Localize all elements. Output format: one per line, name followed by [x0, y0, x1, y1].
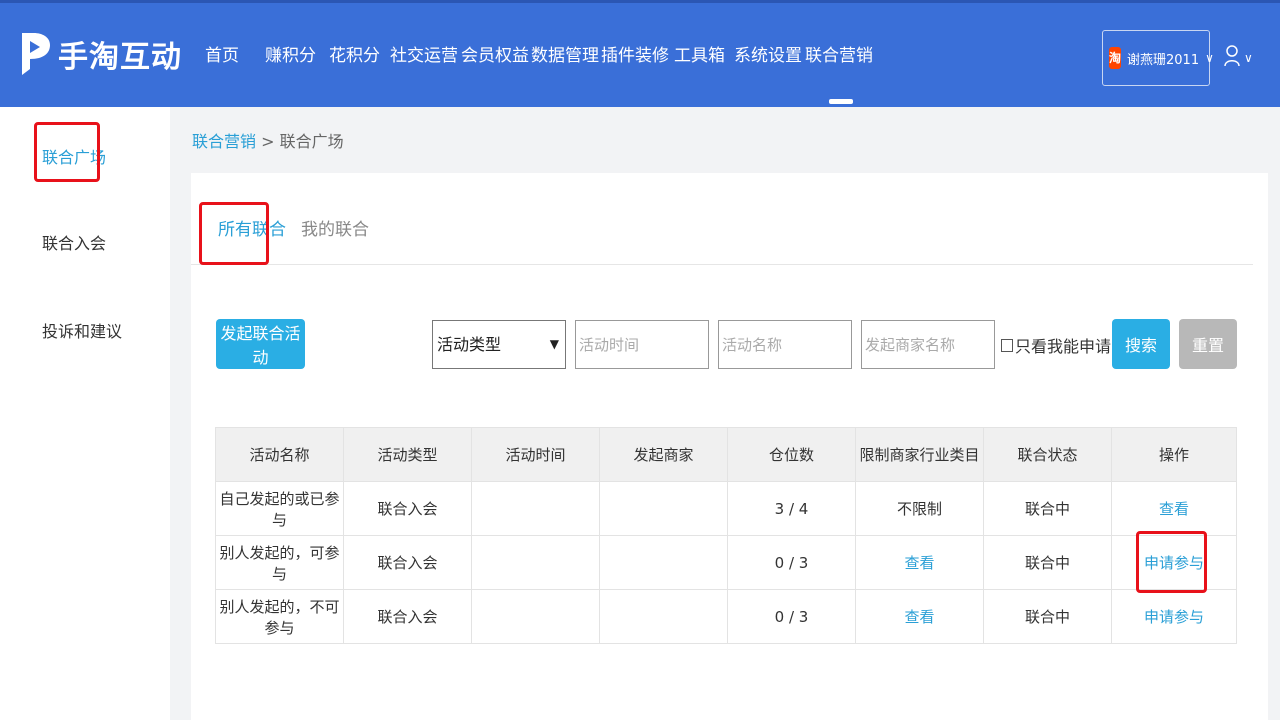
merchant-name-input[interactable] — [861, 320, 995, 369]
shop-selector[interactable]: 淘 谢燕珊2011 ∨ — [1102, 30, 1214, 86]
breadcrumb-separator: > — [256, 132, 280, 151]
activity-type-select[interactable]: 活动类型 ▼ — [432, 320, 566, 369]
apply-join-link[interactable]: 申请参与 — [1111, 589, 1237, 644]
shop-name: 谢燕珊2011 — [1127, 52, 1200, 68]
user-menu[interactable]: ∨ — [1224, 45, 1253, 71]
col-activity-type: 活动类型 — [343, 427, 472, 482]
activity-name-input[interactable] — [718, 320, 852, 369]
main-nav: 首页 赚积分 花积分 社交运营 会员权益 数据管理 插件装修 工具箱 系统设置 … — [205, 3, 877, 110]
col-activity-name: 活动名称 — [215, 427, 344, 482]
cell-time — [471, 481, 600, 536]
logo[interactable]: 手淘互动 — [18, 29, 182, 79]
nav-home[interactable]: 首页 — [205, 3, 265, 110]
breadcrumb: 联合营销 > 联合广场 — [192, 128, 344, 152]
cell-slots: 3 / 4 — [727, 481, 856, 536]
table-header-row: 活动名称 活动类型 活动时间 发起商家 仓位数 限制商家行业类目 联合状态 操作 — [215, 427, 1237, 482]
cell-restrict: 不限制 — [855, 481, 984, 536]
view-link[interactable]: 查看 — [1111, 481, 1237, 536]
cell-status: 联合中 — [983, 481, 1112, 536]
launch-joint-button[interactable]: 发起联合活动 — [216, 319, 305, 369]
chevron-down-icon: ∨ — [1205, 51, 1214, 65]
cell-merchant — [599, 589, 728, 644]
chevron-down-icon: ▼ — [549, 337, 559, 351]
nav-toolbox[interactable]: 工具箱 — [674, 3, 734, 110]
activity-type-value: 活动类型 — [437, 335, 502, 354]
nav-social[interactable]: 社交运营 — [390, 3, 461, 110]
col-industry-restrict: 限制商家行业类目 — [855, 427, 984, 482]
cell-slots: 0 / 3 — [727, 535, 856, 590]
table-row: 别人发起的，不可参与 联合入会 0 / 3 查看 联合中 申请参与 — [215, 589, 1237, 644]
cell-status: 联合中 — [983, 535, 1112, 590]
cell-name: 自己发起的或已参与 — [215, 481, 344, 536]
cell-type: 联合入会 — [343, 589, 472, 644]
col-slots: 仓位数 — [727, 427, 856, 482]
nav-plugins[interactable]: 插件装修 — [601, 3, 674, 110]
cell-type: 联合入会 — [343, 481, 472, 536]
cell-time — [471, 535, 600, 590]
nav-data-management[interactable]: 数据管理 — [531, 3, 601, 110]
highlight-box — [34, 122, 100, 182]
cell-name: 别人发起的，不可参与 — [215, 589, 344, 644]
cell-name: 别人发起的，可参与 — [215, 535, 344, 590]
cell-slots: 0 / 3 — [727, 589, 856, 644]
search-button[interactable]: 搜索 — [1112, 319, 1170, 369]
highlight-box — [1136, 531, 1207, 593]
chevron-down-icon: ∨ — [1244, 51, 1253, 65]
cell-type: 联合入会 — [343, 535, 472, 590]
col-actions: 操作 — [1111, 427, 1237, 482]
nav-settings[interactable]: 系统设置 — [734, 3, 805, 110]
nav-spend-points[interactable]: 花积分 — [329, 3, 390, 110]
col-status: 联合状态 — [983, 427, 1112, 482]
cell-merchant — [599, 481, 728, 536]
nav-earn-points[interactable]: 赚积分 — [265, 3, 329, 110]
joint-activity-table: 活动名称 活动类型 活动时间 发起商家 仓位数 限制商家行业类目 联合状态 操作… — [215, 427, 1237, 644]
only-applicable-filter[interactable]: 只看我能申请的 — [1001, 333, 1127, 357]
table-row: 别人发起的，可参与 联合入会 0 / 3 查看 联合中 申请参与 — [215, 535, 1237, 590]
highlight-box — [199, 202, 269, 265]
restrict-view-link[interactable]: 查看 — [855, 589, 984, 644]
sidebar-item-joint-membership[interactable]: 联合入会 — [42, 230, 106, 254]
nav-joint-marketing[interactable]: 联合营销 — [805, 3, 877, 110]
activity-time-input[interactable] — [575, 320, 709, 369]
col-activity-time: 活动时间 — [471, 427, 600, 482]
cell-merchant — [599, 535, 728, 590]
breadcrumb-current: 联合广场 — [279, 132, 344, 151]
top-header: 手淘互动 首页 赚积分 花积分 社交运营 会员权益 数据管理 插件装修 工具箱 … — [0, 0, 1280, 107]
col-merchant: 发起商家 — [599, 427, 728, 482]
tab-my-joint[interactable]: 我的联合 — [301, 215, 369, 240]
only-applicable-label: 只看我能申请的 — [1015, 337, 1128, 356]
nav-member-rights[interactable]: 会员权益 — [461, 3, 531, 110]
main-panel: 所有联合 我的联合 发起联合活动 活动类型 ▼ 只看我能申请的 搜索 重置 活动… — [191, 173, 1268, 720]
cell-status: 联合中 — [983, 589, 1112, 644]
only-applicable-checkbox[interactable] — [1001, 338, 1013, 352]
logo-text: 手淘互动 — [58, 40, 182, 75]
sidebar-item-feedback[interactable]: 投诉和建议 — [42, 318, 122, 342]
tab-bar: 所有联合 我的联合 — [191, 173, 1253, 265]
table-row: 自己发起的或已参与 联合入会 3 / 4 不限制 联合中 查看 — [215, 481, 1237, 536]
sidebar: 联合广场 联合入会 投诉和建议 — [0, 107, 170, 720]
restrict-view-link[interactable]: 查看 — [855, 535, 984, 590]
logo-mark-icon — [18, 29, 54, 79]
breadcrumb-parent[interactable]: 联合营销 — [192, 132, 256, 151]
taobao-icon: 淘 — [1109, 47, 1122, 69]
user-icon — [1224, 45, 1240, 71]
reset-button[interactable]: 重置 — [1179, 319, 1237, 369]
cell-time — [471, 589, 600, 644]
